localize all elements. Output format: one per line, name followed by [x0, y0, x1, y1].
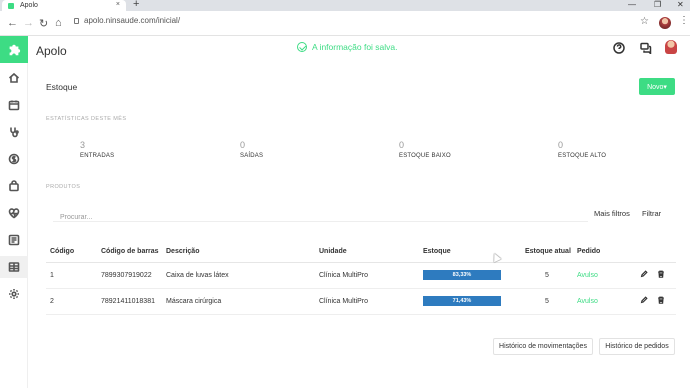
- app-sidebar: [0, 36, 28, 388]
- minimize-button[interactable]: —: [628, 0, 636, 9]
- toast-message: A informação foi salva.: [312, 42, 398, 52]
- more-filters-link[interactable]: Mais filtros: [594, 209, 630, 218]
- tab-close-icon[interactable]: ×: [116, 1, 120, 8]
- success-toast: A informação foi salva.: [297, 42, 398, 52]
- products-caption: PRODUTOS: [46, 184, 81, 190]
- settings-icon[interactable]: [7, 287, 21, 301]
- table-row[interactable]: 2 7892141101838​1 Máscara cirúrgica Clín…: [46, 288, 676, 315]
- stat-label: ESTOQUE ALTO: [558, 153, 607, 159]
- app-title: Apolo: [36, 44, 67, 58]
- stat-label: SAÍDAS: [240, 153, 264, 159]
- stat-estoque-alto: 0 ESTOQUE ALTO: [558, 140, 606, 159]
- stats-caption: ESTATÍSTICAS DESTE MÊS: [46, 116, 127, 122]
- cell-actions: [636, 262, 676, 289]
- col-codigo-barras[interactable]: Código de barras: [97, 242, 162, 263]
- col-codigo[interactable]: Código: [46, 242, 97, 263]
- maximize-button[interactable]: ❐: [654, 0, 661, 9]
- stat-saidas: 0 SAÍDAS: [240, 140, 263, 159]
- stat-label: ESTOQUE BAIXO: [399, 153, 451, 159]
- cell-descricao: Caixa de luvas látex: [162, 262, 315, 289]
- cell-codigo: 1: [46, 262, 97, 289]
- cell-unidade: Clínica MultiPro: [315, 262, 419, 289]
- trash-icon[interactable]: [657, 270, 665, 278]
- url-text: apolo.ninsaude.com/inicial/: [84, 16, 181, 25]
- browser-profile-avatar[interactable]: [659, 17, 671, 29]
- table-row[interactable]: 1 7899307919022 Caixa de luvas látex Clí…: [46, 262, 676, 289]
- cell-codigo-barras: 7892141101838​1: [97, 288, 162, 315]
- calendar-icon[interactable]: [7, 98, 21, 112]
- stat-value: 0: [240, 140, 246, 150]
- new-dropdown-button[interactable]: Novo▾: [639, 78, 675, 95]
- col-pedido[interactable]: Pedido: [573, 242, 636, 263]
- back-icon[interactable]: ←: [7, 17, 18, 29]
- col-estoque-atual[interactable]: Estoque atual: [521, 242, 573, 263]
- history-orders-button[interactable]: Histórico de pedidos: [599, 338, 675, 355]
- cell-unidade: Clínica MultiPro: [315, 288, 419, 315]
- products-table: Código Código de barras Descrição Unidad…: [46, 242, 676, 315]
- report-icon[interactable]: [7, 233, 21, 247]
- browser-menu-icon[interactable]: ⋮: [679, 15, 689, 26]
- bag-icon[interactable]: [7, 179, 21, 193]
- table-header-row: Código Código de barras Descrição Unidad…: [46, 242, 676, 263]
- browser-tabbar: Apolo × + — ❐ ✕: [0, 0, 690, 11]
- search-input[interactable]: [53, 210, 588, 225]
- cell-estoque: 83,33%: [419, 262, 521, 289]
- cell-actions: [636, 288, 676, 315]
- user-avatar[interactable]: [665, 40, 677, 54]
- dollar-icon[interactable]: [7, 152, 21, 166]
- close-window-button[interactable]: ✕: [677, 0, 684, 9]
- url-field[interactable]: apolo.ninsaude.com/inicial/: [74, 16, 180, 25]
- forward-icon[interactable]: →: [23, 17, 34, 29]
- lock-icon: [74, 17, 79, 24]
- col-actions: [636, 242, 676, 263]
- stat-value: 0: [399, 140, 405, 150]
- page-title: Estoque: [46, 82, 78, 92]
- help-icon[interactable]: [613, 41, 625, 54]
- cell-pedido: Avulso: [573, 262, 636, 289]
- cell-codigo-barras: 7899307919022: [97, 262, 162, 289]
- inventory-icon[interactable]: [0, 256, 28, 278]
- browser-tab[interactable]: Apolo ×: [2, 0, 126, 11]
- col-estoque[interactable]: Estoque: [419, 242, 521, 263]
- stat-value: 3: [80, 140, 86, 150]
- heartbeat-icon[interactable]: [7, 206, 21, 220]
- check-circle-icon: [297, 42, 307, 52]
- history-movements-button[interactable]: Histórico de movimentações: [493, 338, 593, 355]
- filter-link[interactable]: Filtrar: [642, 209, 661, 218]
- app-logo[interactable]: [0, 36, 28, 63]
- chat-icon[interactable]: [640, 41, 652, 56]
- trash-icon[interactable]: [657, 296, 665, 304]
- stock-progress-bar: 71,43%: [423, 296, 501, 306]
- cell-codigo: 2: [46, 288, 97, 315]
- col-unidade[interactable]: Unidade: [315, 242, 419, 263]
- stock-progress-bar: 83,33%: [423, 270, 501, 280]
- stat-entradas: 3 ENTRADAS: [80, 140, 114, 159]
- edit-icon[interactable]: [640, 270, 648, 278]
- cell-estoque-atual: 5: [521, 288, 573, 315]
- stethoscope-icon[interactable]: [7, 125, 21, 139]
- home-icon[interactable]: [7, 71, 21, 85]
- bookmark-star-icon[interactable]: ☆: [640, 16, 649, 27]
- favicon-icon: [8, 2, 14, 9]
- cell-pedido: Avulso: [573, 288, 636, 315]
- new-tab-button[interactable]: +: [133, 0, 139, 10]
- home-nav-icon[interactable]: ⌂: [55, 17, 62, 29]
- cell-estoque: 71,43%: [419, 288, 521, 315]
- reload-icon[interactable]: ↻: [39, 17, 48, 30]
- puzzle-icon: [9, 44, 21, 55]
- stat-estoque-baixo: 0 ESTOQUE BAIXO: [399, 140, 451, 159]
- stat-label: ENTRADAS: [80, 153, 115, 159]
- col-descricao[interactable]: Descrição: [162, 242, 315, 263]
- tab-title: Apolo: [20, 2, 38, 9]
- cell-descricao: Máscara cirúrgica: [162, 288, 315, 315]
- address-bar: ← → ↻ ⌂ apolo.ninsaude.com/inicial/ ☆ ⋮: [0, 11, 690, 36]
- cell-estoque-atual: 5: [521, 262, 573, 289]
- stat-value: 0: [558, 140, 564, 150]
- search-field[interactable]: [53, 206, 588, 225]
- edit-icon[interactable]: [640, 296, 648, 304]
